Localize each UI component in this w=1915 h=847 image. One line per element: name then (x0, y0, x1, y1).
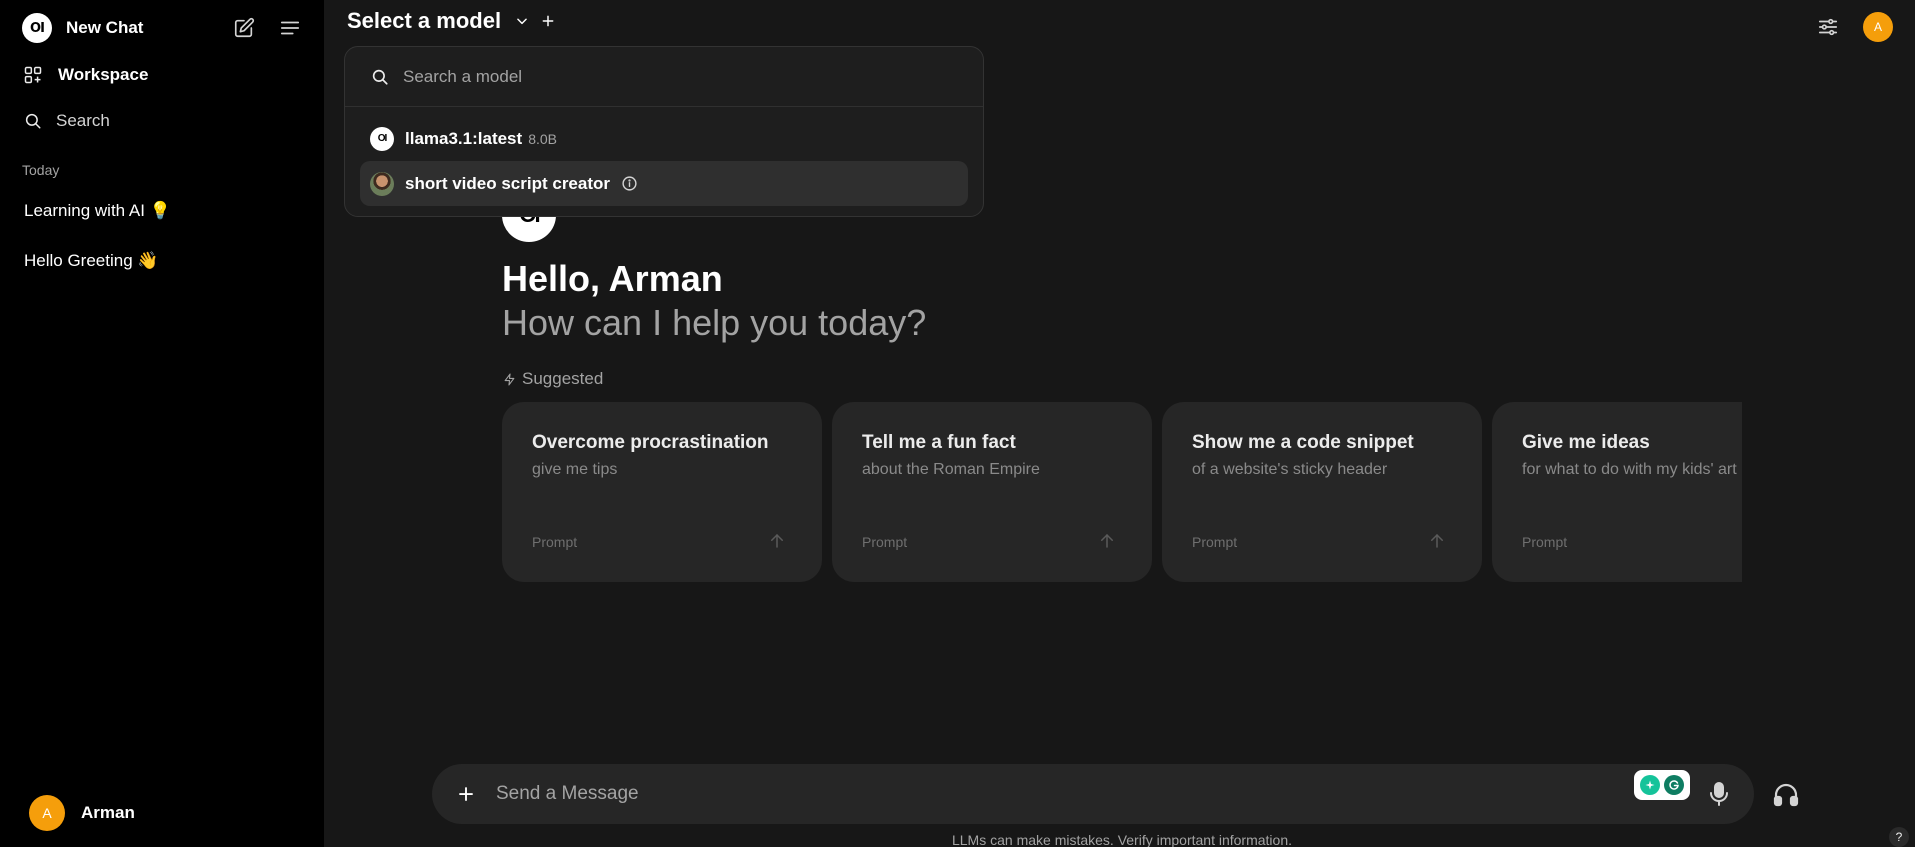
sidebar-item-search[interactable]: Search (22, 110, 110, 132)
suggestion-card[interactable]: Give me ideas for what to do with my kid… (1492, 402, 1742, 582)
sidebar-item-workspace[interactable]: Workspace (22, 64, 148, 86)
card-title: Tell me a fun fact (862, 432, 1016, 453)
avatar[interactable]: A (1863, 12, 1893, 42)
card-prompt-label: Prompt (862, 534, 908, 550)
info-icon[interactable] (620, 175, 638, 193)
chevron-down-icon[interactable] (513, 12, 531, 30)
model-option-name: llama3.1:latest (405, 128, 523, 148)
suggested-heading: Suggested (503, 369, 603, 389)
user-menu[interactable]: A Arman (29, 795, 135, 831)
headphones-icon[interactable] (1772, 781, 1800, 807)
model-option-name: short video script creator (405, 173, 611, 193)
help-button[interactable]: ? (1889, 827, 1909, 847)
model-search-input[interactable] (403, 66, 963, 87)
grammarly-assist-icon (1640, 775, 1660, 795)
controls-sliders-icon[interactable] (1817, 16, 1839, 38)
message-composer (432, 764, 1754, 824)
microphone-icon[interactable] (1707, 781, 1731, 807)
grammarly-g-icon (1664, 775, 1684, 795)
app-logo[interactable]: OI (22, 13, 52, 43)
grammarly-widget[interactable] (1634, 770, 1690, 800)
model-logo-icon: OI (370, 126, 394, 151)
section-heading-today: Today (22, 162, 60, 178)
search-icon (372, 69, 388, 85)
arrow-up-icon (1101, 533, 1113, 548)
workspace-icon (22, 64, 44, 86)
sidebar-toggle-icon[interactable] (278, 16, 302, 40)
sidebar-item-label: Workspace (58, 65, 149, 84)
arrow-up-icon (771, 533, 783, 548)
card-subtitle: about the Roman Empire (862, 461, 1040, 478)
header-actions: A (1817, 12, 1893, 42)
arrow-up-icon (1431, 533, 1443, 548)
chat-history-item[interactable]: Hello Greeting 👋 (24, 251, 159, 271)
card-prompt-label: Prompt (532, 534, 578, 550)
card-subtitle: of a website's sticky header (1192, 461, 1388, 478)
user-name: Arman (81, 803, 135, 822)
card-title: Give me ideas (1522, 432, 1650, 453)
search-icon (22, 110, 44, 132)
suggestion-card[interactable]: Tell me a fun fact about the Roman Empir… (832, 402, 1152, 582)
suggestion-cards: Overcome procrastination give me tips Pr… (502, 402, 1742, 582)
attach-plus-icon[interactable] (454, 782, 478, 806)
card-title: Show me a code snippet (1192, 432, 1414, 453)
suggestion-card[interactable]: Overcome procrastination give me tips Pr… (502, 402, 822, 582)
card-prompt-label: Prompt (1192, 534, 1238, 550)
avatar: A (29, 795, 65, 831)
model-selector-button[interactable]: Select a model (347, 8, 501, 34)
suggested-label: Suggested (522, 369, 604, 388)
new-chat-link[interactable]: New Chat (66, 18, 143, 38)
card-subtitle: give me tips (532, 461, 618, 478)
model-selector: Select a model (347, 8, 557, 34)
suggestion-card[interactable]: Show me a code snippet of a website's st… (1162, 402, 1482, 582)
sidebar: OI New Chat Workspace Search Today Learn… (0, 0, 324, 847)
model-option[interactable]: OI llama3.1:latest 8.0B (360, 116, 968, 161)
add-model-plus-icon[interactable] (539, 12, 557, 30)
model-avatar-photo (370, 171, 394, 196)
greeting-subtitle: How can I help you today? (502, 302, 927, 343)
model-option-size: 8.0B (528, 130, 557, 147)
sidebar-item-label: Search (56, 111, 110, 130)
greeting-title: Hello, Arman (502, 258, 723, 299)
model-dropdown: OI llama3.1:latest 8.0B short video scri… (344, 46, 984, 217)
model-option[interactable]: short video script creator (360, 161, 968, 206)
disclaimer-text: LLMs can make mistakes. Verify important… (951, 832, 1293, 847)
card-subtitle: for what to do with my kids' art (1522, 461, 1737, 478)
chat-history-item[interactable]: Learning with AI 💡 (24, 201, 171, 221)
message-input[interactable] (496, 783, 1596, 805)
model-search-row (345, 47, 983, 107)
card-prompt-label: Prompt (1522, 534, 1568, 550)
card-title: Overcome procrastination (532, 432, 769, 453)
new-chat-pencil-icon[interactable] (232, 16, 256, 40)
lightning-icon (503, 372, 517, 386)
sidebar-header: OI New Chat (22, 12, 302, 44)
